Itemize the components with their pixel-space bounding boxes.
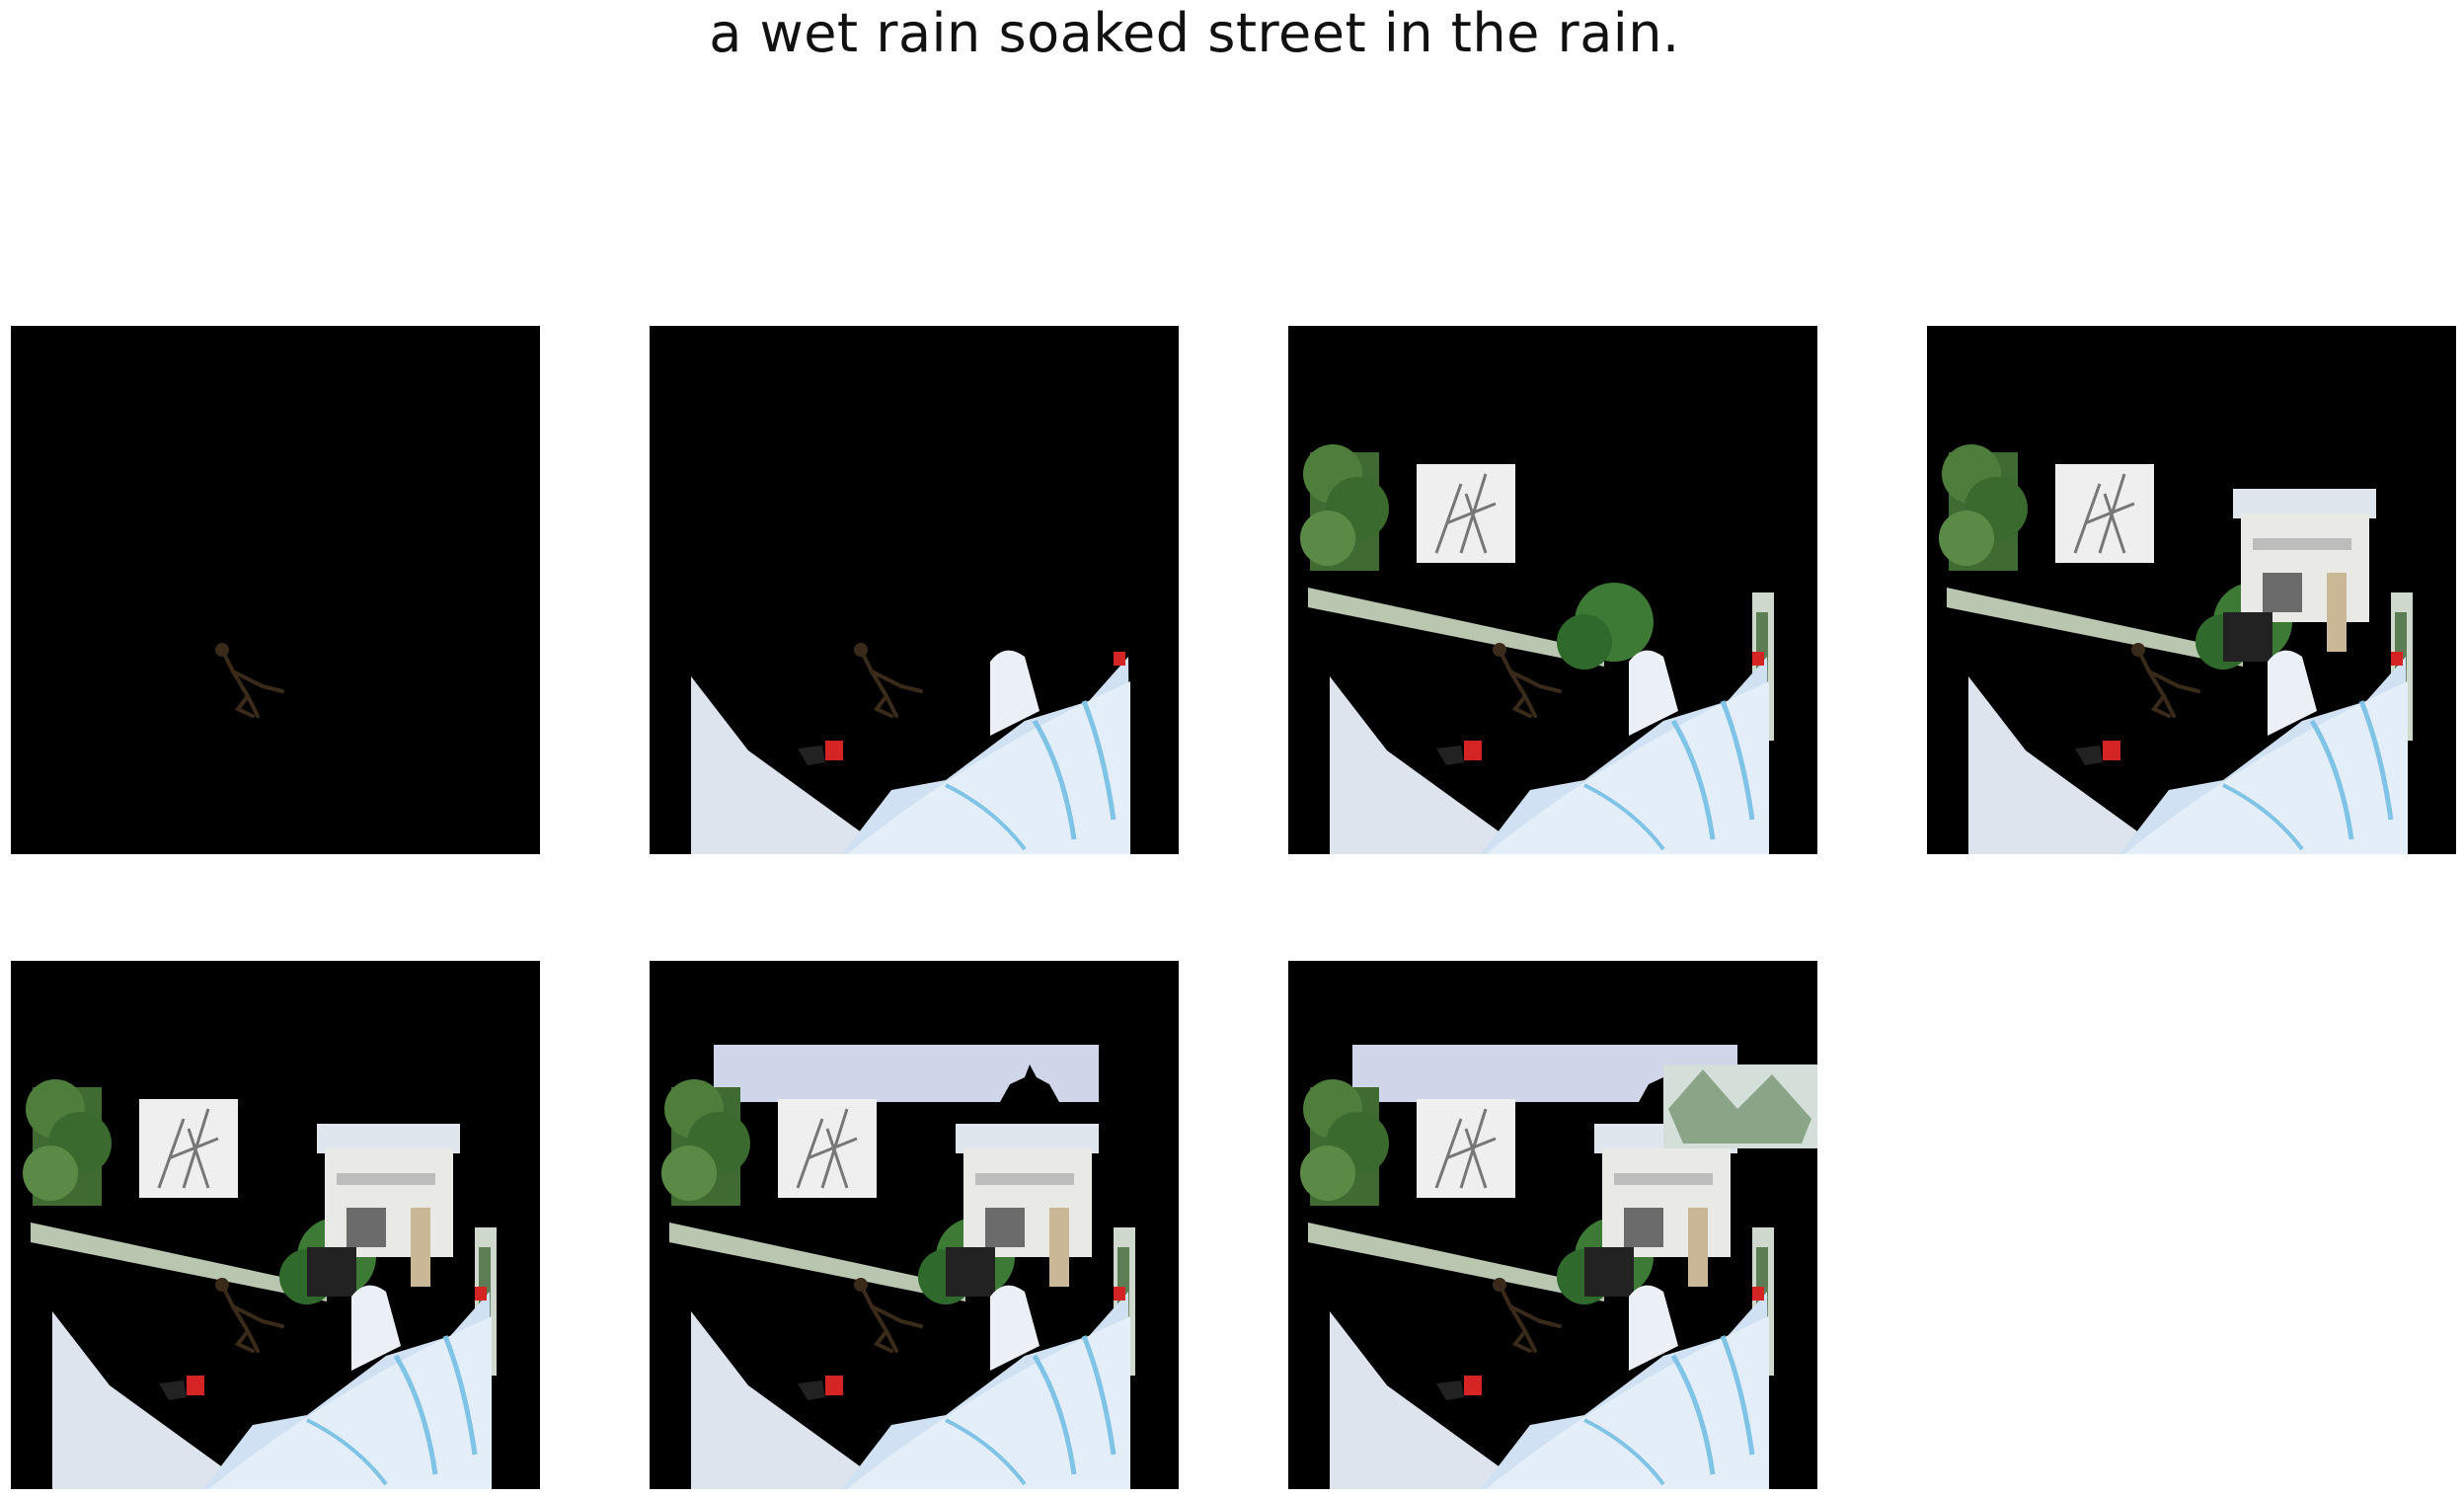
composite-panel-7 (1288, 961, 1817, 1489)
sky-patch (714, 1045, 1099, 1102)
composite-panel-2 (650, 326, 1179, 854)
panel-5-graphic (11, 961, 540, 1489)
composite-panel-1 (11, 326, 540, 854)
panel-6-graphic (650, 961, 1179, 1489)
composite-panel-5 (11, 961, 540, 1489)
figure-caption: a wet rain soaked street in the rain. (709, 2, 1680, 64)
panel-3-graphic (1288, 326, 1817, 854)
top-right-foliage (1663, 1065, 1817, 1148)
composite-panel-4 (1927, 326, 2456, 854)
panel-7-graphic (1288, 961, 1817, 1489)
panel-2-graphic (650, 326, 1179, 854)
panel-1-graphic (11, 326, 540, 854)
panel-4-graphic (1927, 326, 2456, 854)
composite-panel-3 (1288, 326, 1817, 854)
composite-panel-6 (650, 961, 1179, 1489)
